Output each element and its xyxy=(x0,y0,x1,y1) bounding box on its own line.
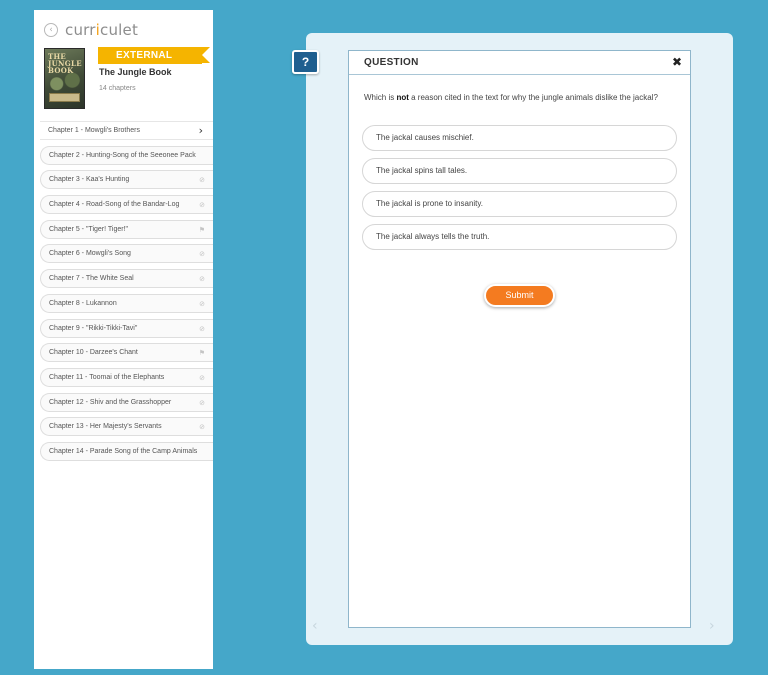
lock-icon: ⊘ xyxy=(199,299,205,308)
help-button[interactable]: ? xyxy=(292,50,319,74)
question-text-emphasis: not xyxy=(396,93,409,102)
sidebar-item-chapter-4[interactable]: Chapter 4 - Road-Song of the Bandar-Log ⊘ xyxy=(40,195,213,215)
chevron-right-icon[interactable]: › xyxy=(709,617,715,635)
sidebar-item-chapter-9[interactable]: Chapter 9 - "Rikki-Tikki-Tavi" ⊘ xyxy=(40,318,213,338)
chevron-left-icon[interactable]: ‹ xyxy=(312,617,318,635)
lock-icon: ⊘ xyxy=(199,250,205,259)
chapter-label: Chapter 2 - Hunting-Song of the Seeonee … xyxy=(49,151,196,159)
flag-icon: ⚑ xyxy=(198,349,205,358)
cover-art xyxy=(45,73,84,91)
sidebar-item-chapter-11[interactable]: Chapter 11 - Toomai of the Elephants ⊘ xyxy=(40,367,213,387)
chevron-left-icon[interactable]: ‹ xyxy=(44,23,58,37)
lock-icon: ⊘ xyxy=(199,275,205,284)
cover-title: THE JUNGLE BOOK xyxy=(48,52,82,75)
chapter-label: Chapter 9 - "Rikki-Tikki-Tavi" xyxy=(49,324,138,332)
answer-option[interactable]: The jackal always tells the truth. xyxy=(362,224,677,250)
chapter-label: Chapter 12 - Shiv and the Grasshopper xyxy=(49,398,172,406)
question-text-end: a reason cited in the text for why the j… xyxy=(408,93,658,102)
header-row: ‹ curriculet xyxy=(44,20,138,40)
answer-option-label: The jackal spins tall tales. xyxy=(376,166,468,175)
sidebar-item-chapter-2[interactable]: Chapter 2 - Hunting-Song of the Seeonee … xyxy=(40,145,213,165)
sidebar-item-chapter-1[interactable]: Chapter 1 - Mowgli's Brothers › xyxy=(40,121,213,140)
question-card: QUESTION ✖ Which is not a reason cited i… xyxy=(348,50,691,628)
sidebar-item-chapter-12[interactable]: Chapter 12 - Shiv and the Grasshopper ⊘ xyxy=(40,392,213,412)
close-icon[interactable]: ✖ xyxy=(672,51,682,74)
answer-option-label: The jackal causes mischief. xyxy=(376,133,474,142)
chapter-label: Chapter 5 - "Tiger! Tiger!" xyxy=(49,225,129,233)
chapter-label: Chapter 10 - Darzee's Chant xyxy=(49,349,138,357)
lock-icon: ⊘ xyxy=(199,201,205,210)
question-header: QUESTION ✖ xyxy=(349,51,690,75)
chapter-label: Chapter 14 - Parade Song of the Camp Ani… xyxy=(49,447,198,455)
sidebar: ‹ curriculet THE JUNGLE BOOK EXTERNAL Th… xyxy=(34,10,213,669)
answer-option-label: The jackal is prone to insanity. xyxy=(376,199,484,208)
chapter-label: Chapter 13 - Her Majesty's Servants xyxy=(49,423,162,431)
question-text-start: Which is xyxy=(364,93,397,102)
lock-icon: ⊘ xyxy=(199,373,205,382)
chapter-label: Chapter 6 - Mowgli's Song xyxy=(49,250,131,258)
sidebar-item-chapter-13[interactable]: Chapter 13 - Her Majesty's Servants ⊘ xyxy=(40,417,213,437)
chapter-list: Chapter 1 - Mowgli's Brothers › Chapter 2 … xyxy=(40,121,213,467)
book-title: The Jungle Book xyxy=(99,67,172,77)
curriculet-logo[interactable]: curriculet xyxy=(65,21,138,39)
answer-option[interactable]: The jackal spins tall tales. xyxy=(362,158,677,184)
sidebar-item-chapter-8[interactable]: Chapter 8 - Lukannon ⊘ xyxy=(40,293,213,313)
lock-icon: ⊘ xyxy=(199,423,205,432)
external-badge: EXTERNAL xyxy=(98,47,210,64)
book-cover-image: THE JUNGLE BOOK xyxy=(44,48,85,109)
chapter-count: 14 chapters xyxy=(99,85,136,92)
cover-band xyxy=(49,93,80,102)
sidebar-item-chapter-3[interactable]: Chapter 3 - Kaa's Hunting ⊘ xyxy=(40,170,213,190)
lock-icon: ⊘ xyxy=(199,324,205,333)
answer-option[interactable]: The jackal is prone to insanity. xyxy=(362,191,677,217)
chevron-right-icon: › xyxy=(198,124,203,137)
chapter-label: Chapter 7 - The White Seal xyxy=(49,275,134,283)
sidebar-item-chapter-5[interactable]: Chapter 5 - "Tiger! Tiger!" ⚑ xyxy=(40,219,213,239)
chapter-label: Chapter 11 - Toomai of the Elephants xyxy=(49,373,165,381)
chapter-label: Chapter 8 - Lukannon xyxy=(49,299,117,307)
submit-button[interactable]: Submit xyxy=(484,284,555,307)
sidebar-item-chapter-10[interactable]: Chapter 10 - Darzee's Chant ⚑ xyxy=(40,343,213,363)
question-text: Which is not a reason cited in the text … xyxy=(364,92,676,103)
chapter-label: Chapter 3 - Kaa's Hunting xyxy=(49,176,130,184)
question-header-title: QUESTION xyxy=(364,57,419,68)
lock-icon: ⊘ xyxy=(199,398,205,407)
answer-option-label: The jackal always tells the truth. xyxy=(376,232,490,241)
answer-options: The jackal causes mischief. The jackal s… xyxy=(362,125,677,257)
sidebar-item-chapter-14[interactable]: Chapter 14 - Parade Song of the Camp Ani… xyxy=(40,441,213,461)
sidebar-item-chapter-6[interactable]: Chapter 6 - Mowgli's Song ⊘ xyxy=(40,244,213,264)
chapter-label: Chapter 4 - Road-Song of the Bandar-Log xyxy=(49,201,180,209)
flag-icon: ⚑ xyxy=(198,225,205,234)
sidebar-item-chapter-7[interactable]: Chapter 7 - The White Seal ⊘ xyxy=(40,269,213,289)
answer-option[interactable]: The jackal causes mischief. xyxy=(362,125,677,151)
lock-icon: ⊘ xyxy=(199,176,205,185)
chapter-label: Chapter 1 - Mowgli's Brothers xyxy=(48,127,140,134)
